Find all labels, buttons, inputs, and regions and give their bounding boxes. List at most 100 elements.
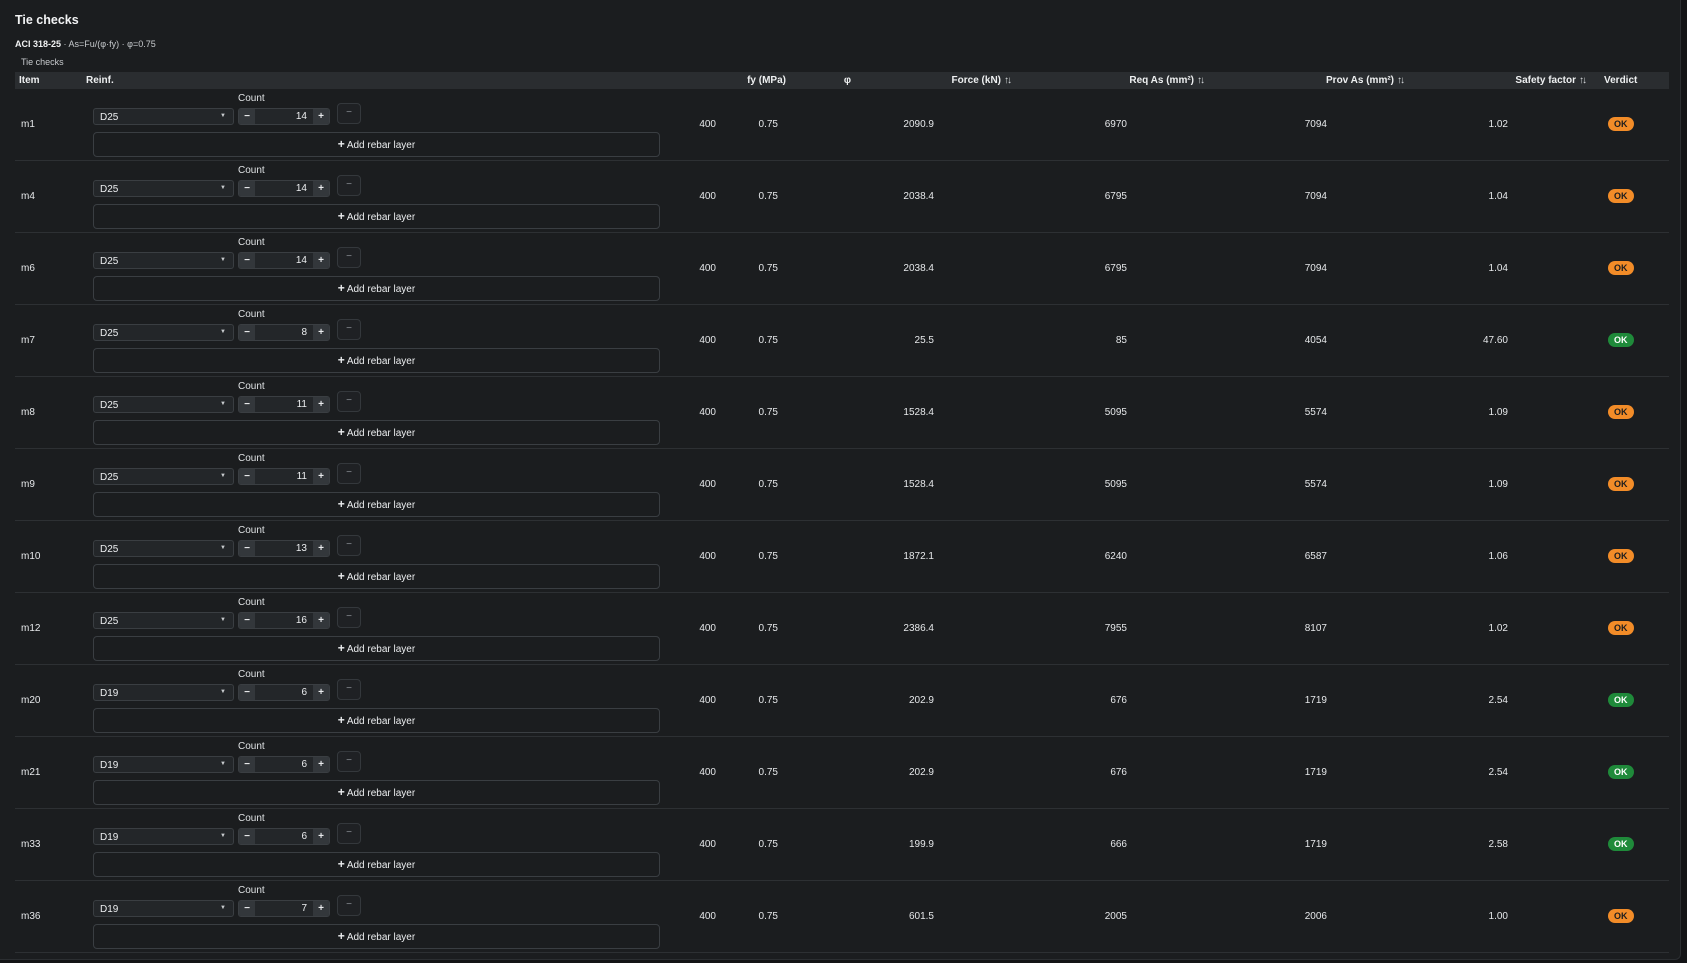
count-stepper[interactable]: − 13 + [238, 540, 330, 557]
bar-size-select[interactable]: D25 ▼ [93, 108, 234, 125]
count-value[interactable]: 6 [301, 759, 307, 770]
count-stepper[interactable]: − 11 + [238, 396, 330, 413]
bar-size-value: D25 [100, 616, 119, 627]
remove-layer-button[interactable]: − [337, 463, 361, 484]
add-rebar-layer-button[interactable]: + Add rebar layer [93, 420, 660, 445]
count-stepper[interactable]: − 16 + [238, 612, 330, 629]
count-value[interactable]: 11 [297, 399, 307, 410]
bar-size-select[interactable]: D25 ▼ [93, 540, 234, 557]
count-stepper[interactable]: − 14 + [238, 180, 330, 197]
bar-size-select[interactable]: D25 ▼ [93, 468, 234, 485]
bar-size-select[interactable]: D19 ▼ [93, 900, 234, 917]
col-req-as[interactable]: Req As (mm²) ↑↓ [1129, 75, 1205, 86]
count-value[interactable]: 13 [296, 543, 307, 554]
remove-layer-button[interactable]: − [337, 175, 361, 196]
count-value[interactable]: 11 [297, 471, 307, 482]
increment-button[interactable]: + [313, 181, 329, 196]
decrement-button[interactable]: − [239, 613, 255, 628]
bar-size-select[interactable]: D25 ▼ [93, 252, 234, 269]
decrement-button[interactable]: − [239, 901, 255, 916]
page-title: Tie checks [15, 13, 79, 27]
decrement-button[interactable]: − [239, 253, 255, 268]
remove-layer-button[interactable]: − [337, 823, 361, 844]
increment-button[interactable]: + [313, 325, 329, 340]
decrement-button[interactable]: − [239, 397, 255, 412]
add-rebar-layer-button[interactable]: + Add rebar layer [93, 348, 660, 373]
increment-button[interactable]: + [313, 397, 329, 412]
remove-layer-button[interactable]: − [337, 247, 361, 268]
decrement-button[interactable]: − [239, 757, 255, 772]
increment-button[interactable]: + [313, 541, 329, 556]
col-force[interactable]: Force (kN) ↑↓ [952, 75, 1012, 86]
add-rebar-layer-button[interactable]: + Add rebar layer [93, 708, 660, 733]
count-value[interactable]: 6 [301, 687, 307, 698]
decrement-button[interactable]: − [239, 469, 255, 484]
increment-button[interactable]: + [313, 829, 329, 844]
remove-layer-button[interactable]: − [337, 319, 361, 340]
count-stepper[interactable]: − 8 + [238, 324, 330, 341]
bar-size-select[interactable]: D25 ▼ [93, 324, 234, 341]
count-stepper[interactable]: − 11 + [238, 468, 330, 485]
bar-size-select[interactable]: D25 ▼ [93, 180, 234, 197]
add-rebar-layer-button[interactable]: + Add rebar layer [93, 276, 660, 301]
increment-button[interactable]: + [313, 469, 329, 484]
remove-layer-button[interactable]: − [337, 391, 361, 412]
decrement-button[interactable]: − [239, 829, 255, 844]
add-rebar-layer-button[interactable]: + Add rebar layer [93, 780, 660, 805]
decrement-button[interactable]: − [239, 181, 255, 196]
minus-icon: − [346, 899, 352, 910]
bar-size-select[interactable]: D19 ▼ [93, 684, 234, 701]
increment-button[interactable]: + [313, 685, 329, 700]
add-rebar-layer-button[interactable]: + Add rebar layer [93, 852, 660, 877]
remove-layer-button[interactable]: − [337, 535, 361, 556]
bar-size-select[interactable]: D19 ▼ [93, 828, 234, 845]
increment-button[interactable]: + [313, 901, 329, 916]
count-stepper[interactable]: − 6 + [238, 684, 330, 701]
increment-button[interactable]: + [313, 253, 329, 268]
bar-size-select[interactable]: D25 ▼ [93, 396, 234, 413]
add-rebar-layer-button[interactable]: + Add rebar layer [93, 492, 660, 517]
add-rebar-layer-button[interactable]: + Add rebar layer [93, 636, 660, 661]
count-stepper[interactable]: − 6 + [238, 828, 330, 845]
decrement-button[interactable]: − [239, 685, 255, 700]
add-rebar-layer-button[interactable]: + Add rebar layer [93, 924, 660, 949]
count-value[interactable]: 8 [301, 327, 307, 338]
sort-icon[interactable]: ↑↓ [1397, 75, 1405, 86]
sort-icon[interactable]: ↑↓ [1004, 75, 1012, 86]
col-safety-factor[interactable]: Safety factor ↑↓ [1515, 75, 1587, 86]
remove-layer-button[interactable]: − [337, 751, 361, 772]
remove-layer-button[interactable]: − [337, 103, 361, 124]
increment-button[interactable]: + [313, 757, 329, 772]
sort-icon[interactable]: ↑↓ [1197, 75, 1205, 86]
add-rebar-layer-button[interactable]: + Add rebar layer [93, 564, 660, 589]
count-stepper[interactable]: − 6 + [238, 756, 330, 773]
col-prov-as[interactable]: Prov As (mm²) ↑↓ [1326, 75, 1405, 86]
remove-layer-button[interactable]: − [337, 895, 361, 916]
fy-value: 400 [699, 191, 716, 202]
fy-value: 400 [699, 623, 716, 634]
add-rebar-layer-button[interactable]: + Add rebar layer [93, 204, 660, 229]
increment-button[interactable]: + [313, 109, 329, 124]
bar-size-select[interactable]: D25 ▼ [93, 612, 234, 629]
add-rebar-layer-button[interactable]: + Add rebar layer [93, 132, 660, 157]
count-value[interactable]: 14 [296, 183, 307, 194]
count-value[interactable]: 14 [296, 111, 307, 122]
count-stepper[interactable]: − 14 + [238, 252, 330, 269]
count-value[interactable]: 16 [296, 615, 307, 626]
decrement-button[interactable]: − [239, 541, 255, 556]
count-stepper[interactable]: − 14 + [238, 108, 330, 125]
count-stepper[interactable]: − 7 + [238, 900, 330, 917]
increment-button[interactable]: + [313, 613, 329, 628]
count-value[interactable]: 6 [301, 831, 307, 842]
count-value[interactable]: 7 [301, 903, 307, 914]
decrement-button[interactable]: − [239, 109, 255, 124]
phi-value: 0.75 [758, 479, 778, 490]
remove-layer-button[interactable]: − [337, 679, 361, 700]
bar-size-select[interactable]: D19 ▼ [93, 756, 234, 773]
status-badge: OK [1608, 909, 1634, 923]
count-value[interactable]: 14 [296, 255, 307, 266]
remove-layer-button[interactable]: − [337, 607, 361, 628]
status-badge: OK [1608, 693, 1634, 707]
decrement-button[interactable]: − [239, 325, 255, 340]
sort-icon[interactable]: ↑↓ [1579, 75, 1587, 86]
